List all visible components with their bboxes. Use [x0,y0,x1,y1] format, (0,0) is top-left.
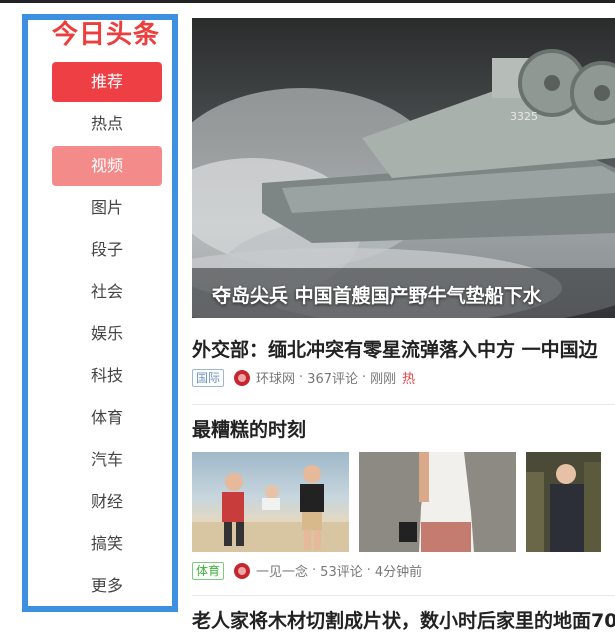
news-meta: 国际 环球网 · 367评论 · 刚刚 热 [192,368,415,387]
nav-item-video[interactable]: 视频 [52,146,162,186]
nav-item-jokes[interactable]: 段子 [52,230,162,270]
source-avatar-icon[interactable] [234,562,251,579]
nav-item-recommend[interactable]: 推荐 [52,62,162,102]
news-meta: 体育 一见一念 · 53评论 · 4分钟前 [192,561,422,580]
hero-banner[interactable]: 3325 夺岛尖兵 中国首艘国产野牛气垫船下水 [192,18,615,318]
channel-nav: 推荐 热点 视频 图片 段子 社会 娱乐 科技 体育 汽车 财经 搞笑 更多 [52,62,162,606]
news-feed: 3325 夺岛尖兵 中国首艘国产野牛气垫船下水 外交部：缅北冲突有零星流弹落入中… [192,18,615,636]
category-tag[interactable]: 国际 [192,368,225,387]
news-item: 最糟糕的时刻 体育 一见一念 · 53评论 · 4分钟前 [192,405,615,596]
thumbnail-image[interactable] [192,452,349,552]
top-bar [0,0,615,3]
nav-item-entertainment[interactable]: 娱乐 [52,314,162,354]
category-tag[interactable]: 体育 [192,561,225,580]
publish-time: 4分钟前 [374,565,423,580]
nav-item-tech[interactable]: 科技 [52,356,162,396]
sidebar: 今日头条 推荐 热点 视频 图片 段子 社会 娱乐 科技 体育 汽车 财经 搞笑… [22,14,178,612]
hot-badge: 热 [402,372,416,387]
hull-number: 3325 [510,110,538,123]
thumbnail-row [192,452,611,552]
hovercraft-image: 3325 [192,49,615,318]
comment-count[interactable]: 367评论 [307,368,358,387]
hero-caption[interactable]: 夺岛尖兵 中国首艘国产野牛气垫船下水 [212,281,542,308]
nav-item-images[interactable]: 图片 [52,188,162,228]
logo[interactable]: 今日头条 [52,20,164,52]
nav-item-sports[interactable]: 体育 [52,398,162,438]
comment-count[interactable]: 53评论 [320,561,363,580]
source-avatar-icon[interactable] [234,369,251,386]
thumbnail-image[interactable] [526,452,601,552]
nav-item-finance[interactable]: 财经 [52,482,162,522]
news-item: 外交部：缅北冲突有零星流弹落入中方 一中国边 国际 环球网 · 367评论 · … [192,318,615,405]
nav-item-hot[interactable]: 热点 [52,104,162,144]
nav-item-funny[interactable]: 搞笑 [52,524,162,564]
source-name[interactable]: 一见一念 [256,561,308,580]
nav-item-society[interactable]: 社会 [52,272,162,312]
news-title[interactable]: 外交部：缅北冲突有零星流弹落入中方 一中国边 [192,335,615,362]
nav-item-more[interactable]: 更多 [52,566,162,606]
source-name[interactable]: 环球网 [256,368,295,387]
publish-time: 刚刚 [370,372,397,387]
news-item: 老人家将木材切割成片状，数小时后家里的地面70 [192,596,615,636]
news-title[interactable]: 最糟糕的时刻 [192,415,306,442]
thumbnail-image[interactable] [359,452,516,552]
nav-item-auto[interactable]: 汽车 [52,440,162,480]
